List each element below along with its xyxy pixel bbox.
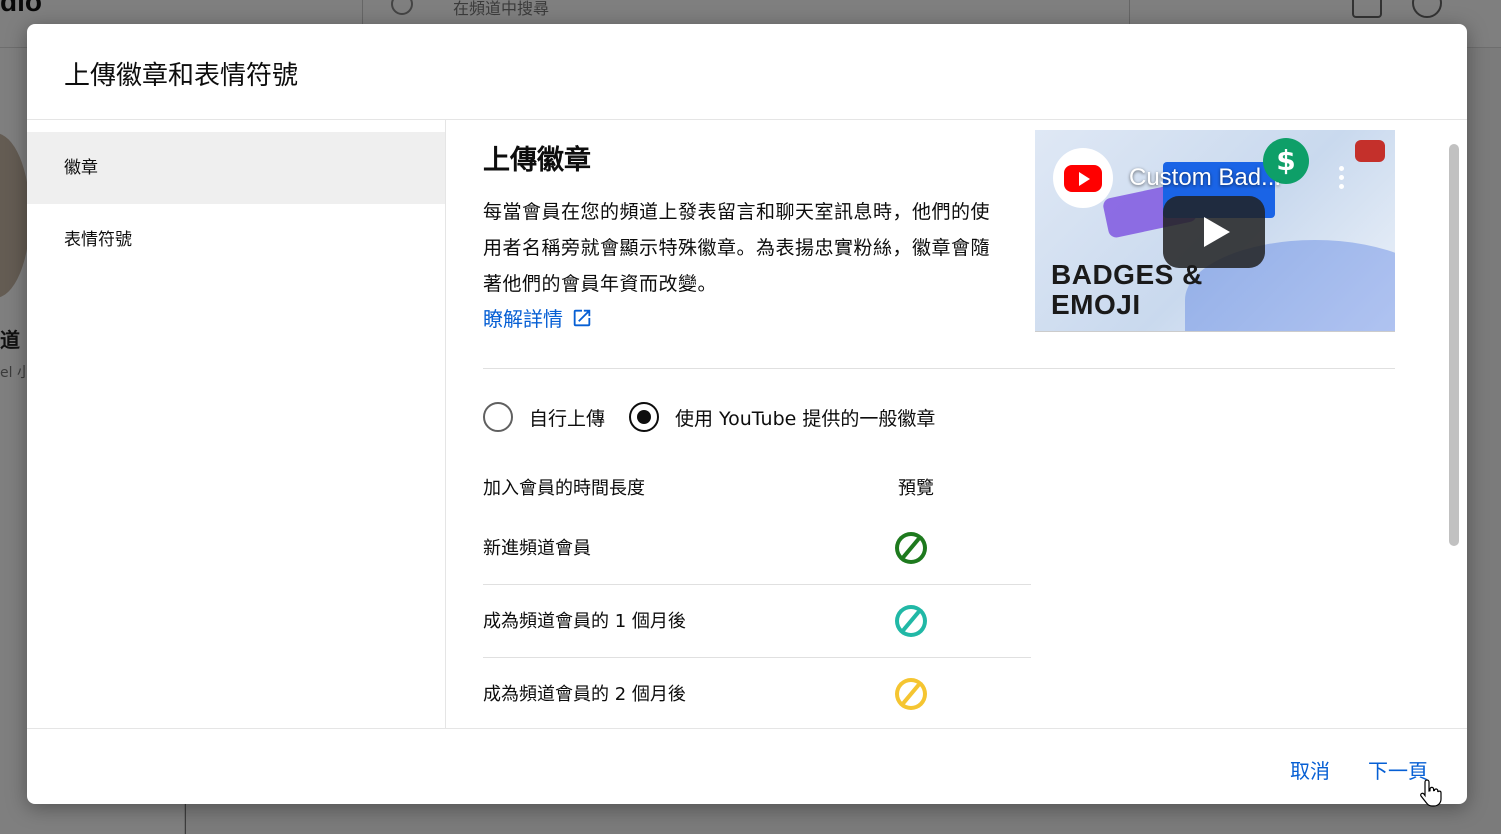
- badge-source-options: 自行上傳 使用 YouTube 提供的一般徽章: [483, 402, 959, 432]
- table-row: 成為頻道會員的 1 個月後: [483, 585, 1031, 658]
- badge-preview-icon: [895, 678, 927, 710]
- more-vert-icon[interactable]: [1339, 166, 1345, 194]
- radio-label-upload-own: 自行上傳: [529, 407, 606, 430]
- column-header-preview: 預覽: [898, 478, 934, 499]
- badge-preview-icon: [895, 532, 927, 564]
- dialog-nav: 徽章 表情符號: [27, 120, 446, 728]
- video-caption-line1: BADGES &: [1051, 259, 1203, 290]
- divider: [483, 368, 1395, 369]
- dialog-header: 上傳徽章和表情符號: [27, 24, 1467, 120]
- dialog-title: 上傳徽章和表情符號: [64, 61, 299, 91]
- badge-table-header: 加入會員的時間長度 預覽: [483, 474, 1031, 500]
- table-row: 新進頻道會員: [483, 512, 1031, 585]
- nav-item-badges[interactable]: 徽章: [27, 132, 445, 204]
- section-title: 上傳徽章: [483, 145, 591, 176]
- section-description: 每當會員在您的頻道上發表留言和聊天室訊息時，他們的使用者名稱旁就會顯示特殊徽章。…: [483, 201, 991, 295]
- column-header-duration: 加入會員的時間長度: [483, 478, 645, 499]
- upload-badges-dialog: 上傳徽章和表情符號 徽章 表情符號 上傳徽章 每當會員在您的頻道上發表留言和聊天…: [27, 24, 1467, 804]
- dialog-footer: 取消 下一頁: [27, 728, 1467, 804]
- external-link-icon: [573, 309, 591, 326]
- row-duration-label: 成為頻道會員的 1 個月後: [483, 611, 686, 632]
- radio-unchecked-icon[interactable]: [483, 402, 513, 432]
- youtube-channel-icon: [1053, 148, 1113, 208]
- video-caption-line2: EMOJI: [1051, 289, 1141, 320]
- video-caption: BADGES & EMOJI: [1051, 260, 1203, 320]
- radio-label-youtube-generic: 使用 YouTube 提供的一般徽章: [675, 407, 936, 430]
- play-icon[interactable]: [1163, 196, 1265, 268]
- youtube-logo-icon: [1355, 140, 1385, 162]
- dialog-content: 上傳徽章 每當會員在您的頻道上發表留言和聊天室訊息時，他們的使用者名稱旁就會顯示…: [447, 120, 1467, 728]
- radio-upload-own[interactable]: 自行上傳: [483, 402, 605, 432]
- video-title: Custom Bad...: [1129, 164, 1282, 191]
- learn-more-link[interactable]: 瞭解詳情: [483, 303, 593, 332]
- learn-more-label: 瞭解詳情: [483, 307, 563, 331]
- row-duration-label: 新進頻道會員: [483, 538, 591, 559]
- row-duration-label: 成為頻道會員的 2 個月後: [483, 684, 686, 705]
- radio-checked-icon[interactable]: [629, 402, 660, 432]
- table-row: 成為頻道會員的 2 個月後: [483, 658, 1031, 728]
- hand-cursor-icon: [1420, 779, 1442, 807]
- badge-preview-icon: [895, 605, 927, 637]
- radio-youtube-generic[interactable]: 使用 YouTube 提供的一般徽章: [629, 402, 935, 432]
- cancel-button[interactable]: 取消: [1290, 755, 1330, 784]
- nav-item-emoji[interactable]: 表情符號: [27, 204, 445, 276]
- content-scrollbar[interactable]: [1449, 144, 1459, 546]
- tutorial-video-thumbnail[interactable]: $ Custom Bad... BADGES & EMOJI: [1035, 130, 1395, 332]
